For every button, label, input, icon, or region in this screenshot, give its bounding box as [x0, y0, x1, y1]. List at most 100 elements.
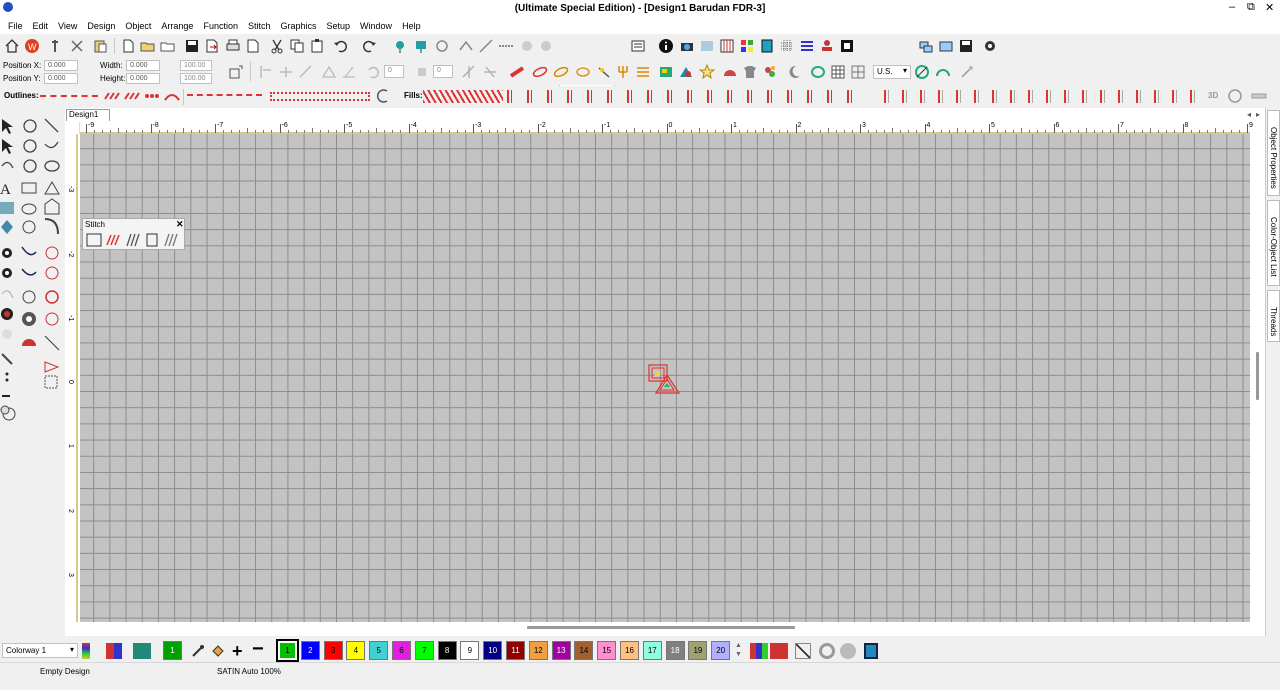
- color-swatch[interactable]: 1: [276, 639, 299, 662]
- new-file-icon[interactable]: [119, 37, 137, 55]
- thread-chart-icon[interactable]: [718, 37, 736, 55]
- print-preview-icon[interactable]: [244, 37, 262, 55]
- toolbox-icons[interactable]: A: [0, 114, 65, 434]
- pin-icon[interactable]: [46, 37, 64, 55]
- mirror-icon[interactable]: [297, 63, 315, 81]
- color-swatch[interactable]: 9: [460, 641, 480, 660]
- vertical-scrollbar[interactable]: [1256, 352, 1259, 400]
- outline-bean-icon[interactable]: [143, 87, 161, 105]
- star-point-icon[interactable]: [595, 63, 613, 81]
- position-x-input[interactable]: 0.000: [44, 60, 78, 71]
- palette-icon[interactable]: [738, 37, 756, 55]
- color-swatch[interactable]: 2: [300, 641, 320, 660]
- slant-angle-icon[interactable]: [413, 63, 431, 81]
- color-swatch[interactable]: 6: [392, 641, 411, 660]
- menu-setup[interactable]: Setup: [323, 21, 357, 31]
- color-swatch[interactable]: 19: [688, 641, 708, 660]
- outline-arc-icon[interactable]: [163, 87, 181, 105]
- design-object[interactable]: [646, 362, 682, 396]
- moon-icon[interactable]: [785, 63, 803, 81]
- color-swatch[interactable]: 10: [483, 641, 503, 660]
- thread-list-icon[interactable]: [798, 37, 816, 55]
- color-swatch[interactable]: 1: [163, 641, 182, 660]
- add-color-icon[interactable]: +: [232, 641, 243, 662]
- spool-icon[interactable]: [758, 37, 776, 55]
- menu-edit[interactable]: Edit: [29, 21, 55, 31]
- menu-object[interactable]: Object: [121, 21, 157, 31]
- stitch-run-icon[interactable]: [497, 37, 515, 55]
- menu-design[interactable]: Design: [83, 21, 121, 31]
- outline-triple-icon[interactable]: [103, 87, 121, 105]
- color-stack-icon[interactable]: [82, 643, 90, 659]
- minimize-button[interactable]: –: [1229, 1, 1235, 13]
- cut-icon[interactable]: [268, 37, 286, 55]
- loop-icon[interactable]: [574, 63, 592, 81]
- needle-icon[interactable]: [477, 37, 495, 55]
- remove-color-icon[interactable]: −: [252, 638, 264, 661]
- swatch-scroll-up-icon[interactable]: ▲: [735, 642, 742, 649]
- emboss-icon[interactable]: [1226, 87, 1244, 105]
- restore-button[interactable]: ⧉: [1247, 1, 1255, 14]
- skew-icon[interactable]: [320, 63, 338, 81]
- tab-design1[interactable]: Design1 ✕: [66, 109, 110, 129]
- colorway-select[interactable]: Colorway 1: [2, 643, 78, 658]
- grid-table-icon[interactable]: [829, 63, 847, 81]
- grid-icon[interactable]: [778, 37, 796, 55]
- menu-view[interactable]: View: [54, 21, 83, 31]
- fork-icon[interactable]: [614, 63, 632, 81]
- color-swatch[interactable]: 3: [323, 641, 343, 660]
- stamp-icon[interactable]: [818, 37, 836, 55]
- cross-stitch-icon[interactable]: [634, 63, 652, 81]
- colorway-palette-icon[interactable]: [106, 643, 122, 659]
- copy-icon[interactable]: [288, 37, 306, 55]
- tab-object-properties[interactable]: Object Properties: [1267, 110, 1280, 196]
- stitch-player-icon[interactable]: [391, 37, 409, 55]
- menu-arrange[interactable]: Arrange: [157, 21, 199, 31]
- pattern-grid-icon[interactable]: [849, 63, 867, 81]
- color-swatch[interactable]: 13: [551, 641, 571, 660]
- star-icon[interactable]: [698, 63, 716, 81]
- scale-width-input[interactable]: 100.00: [180, 60, 212, 71]
- machine-icon[interactable]: [433, 37, 451, 55]
- paste-icon[interactable]: [308, 37, 326, 55]
- menu-stitch[interactable]: Stitch: [244, 21, 277, 31]
- pictures-icon[interactable]: [698, 37, 716, 55]
- crescent-icon[interactable]: [856, 87, 874, 105]
- color-swatch[interactable]: 8: [437, 641, 457, 660]
- garment-icon[interactable]: [133, 643, 151, 659]
- redo-icon[interactable]: [360, 37, 378, 55]
- fill-effects-row-icon[interactable]: [884, 90, 1204, 103]
- menu-file[interactable]: File: [4, 21, 29, 31]
- save-to-machine-icon[interactable]: [957, 37, 975, 55]
- shapes-icon[interactable]: [677, 63, 695, 81]
- menu-help[interactable]: Help: [398, 21, 427, 31]
- horizontal-scrollbar[interactable]: [527, 626, 795, 629]
- view-settings-icon[interactable]: [629, 37, 647, 55]
- feather-icon[interactable]: [552, 63, 570, 81]
- thread-chart-bottom-icon[interactable]: [770, 643, 788, 659]
- more-icon[interactable]: [1250, 87, 1268, 105]
- color-swatch[interactable]: 7: [414, 641, 434, 660]
- align-left-icon[interactable]: [257, 63, 275, 81]
- open-design-icon[interactable]: [159, 37, 177, 55]
- flip-v-icon[interactable]: [481, 63, 499, 81]
- tab-color-object-list[interactable]: Color-Object List: [1267, 200, 1280, 286]
- fill-satin-icon[interactable]: [423, 90, 503, 103]
- open-folder-icon[interactable]: [139, 37, 157, 55]
- color-swatch[interactable]: 20: [711, 641, 731, 660]
- outline-running-icon[interactable]: [40, 95, 98, 97]
- color-swatch[interactable]: 14: [574, 641, 594, 660]
- paste-special-icon[interactable]: [91, 37, 109, 55]
- height-input[interactable]: 0.000: [126, 73, 160, 84]
- fill-patterns-row-icon[interactable]: [507, 90, 852, 103]
- colorway-dropdown-arrow-icon[interactable]: ▾: [70, 645, 74, 654]
- tab-scroll-right-icon[interactable]: ▸: [1256, 110, 1260, 119]
- outline-zigzag-icon[interactable]: [187, 94, 262, 99]
- arc-tool-icon[interactable]: [934, 63, 952, 81]
- thread-palette-icon[interactable]: [750, 643, 768, 659]
- export-icon[interactable]: [203, 37, 221, 55]
- tshirt-icon[interactable]: [741, 63, 759, 81]
- slant-icon[interactable]: [340, 63, 358, 81]
- three-d-button[interactable]: 3D: [1208, 91, 1218, 100]
- cap-icon[interactable]: [721, 63, 739, 81]
